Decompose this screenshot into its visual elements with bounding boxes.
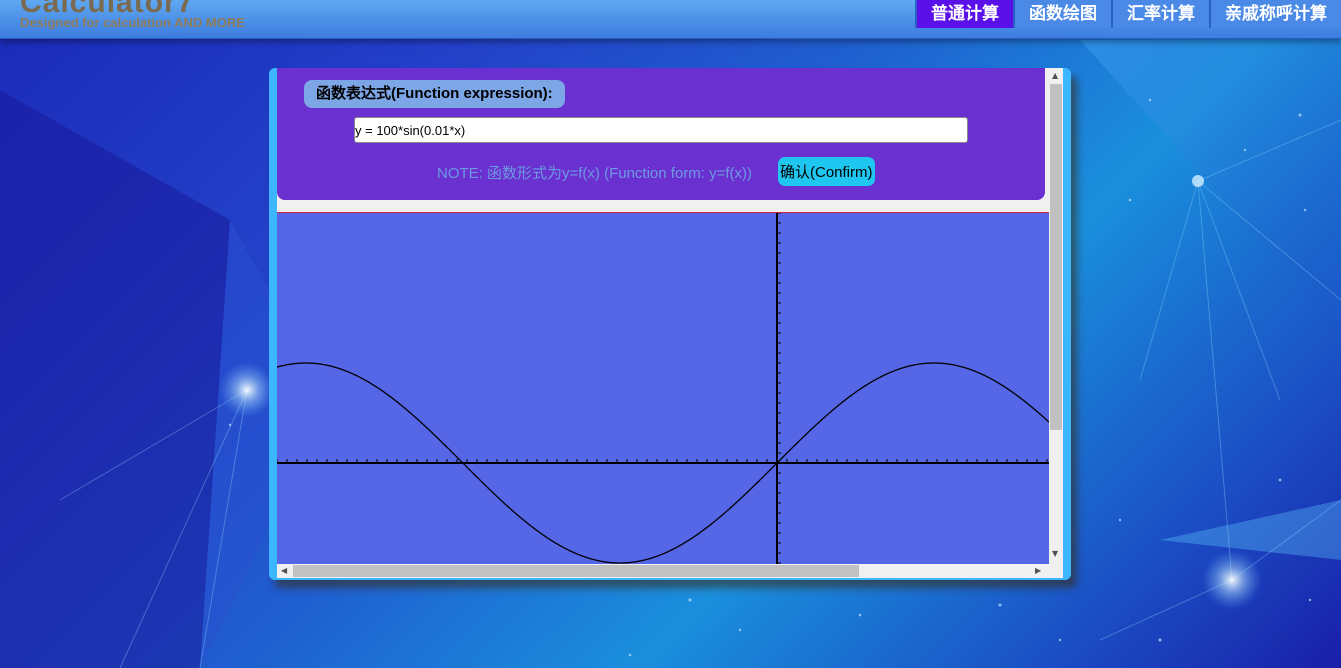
plot-area: [277, 212, 1049, 564]
horizontal-scrollbar[interactable]: ◀ ▶: [277, 564, 1049, 578]
expression-label: 函数表达式(Function expression):: [304, 80, 565, 108]
app-logo-subtitle: Designed for calculation AND MORE: [20, 15, 245, 30]
vertical-scrollbar[interactable]: ▲ ▼: [1049, 68, 1063, 564]
nav-relative-title[interactable]: 亲戚称呼计算: [1209, 0, 1341, 28]
expression-input[interactable]: [354, 117, 968, 143]
scroll-right-arrow-icon[interactable]: ▶: [1035, 567, 1041, 575]
panel-scroll-area: 函数表达式(Function expression): NOTE: 函数形式为y…: [277, 68, 1049, 564]
expression-form: 函数表达式(Function expression): NOTE: 函数形式为y…: [277, 68, 1045, 200]
vertical-scroll-thumb[interactable]: [1050, 84, 1062, 430]
plot-canvas: [277, 212, 1049, 564]
horizontal-scroll-thumb[interactable]: [293, 565, 859, 577]
form-note: NOTE: 函数形式为y=f(x) (Function form: y=f(x)…: [437, 165, 753, 182]
scroll-down-arrow-icon[interactable]: ▼: [1052, 550, 1058, 558]
function-plot-panel: 函数表达式(Function expression): NOTE: 函数形式为y…: [269, 68, 1071, 580]
nav-function-plot[interactable]: 函数绘图: [1013, 0, 1111, 28]
scrollbar-corner: [1049, 564, 1063, 578]
main-nav: 普通计算 函数绘图 汇率计算 亲戚称呼计算: [915, 0, 1341, 30]
scroll-up-arrow-icon[interactable]: ▲: [1052, 72, 1058, 80]
top-header: Calculator7 Designed for calculation AND…: [0, 0, 1341, 39]
nav-exchange-rate[interactable]: 汇率计算: [1111, 0, 1209, 28]
scroll-left-arrow-icon[interactable]: ◀: [281, 567, 287, 575]
nav-normal-calc[interactable]: 普通计算: [915, 0, 1013, 28]
confirm-button[interactable]: 确认(Confirm): [778, 157, 875, 186]
